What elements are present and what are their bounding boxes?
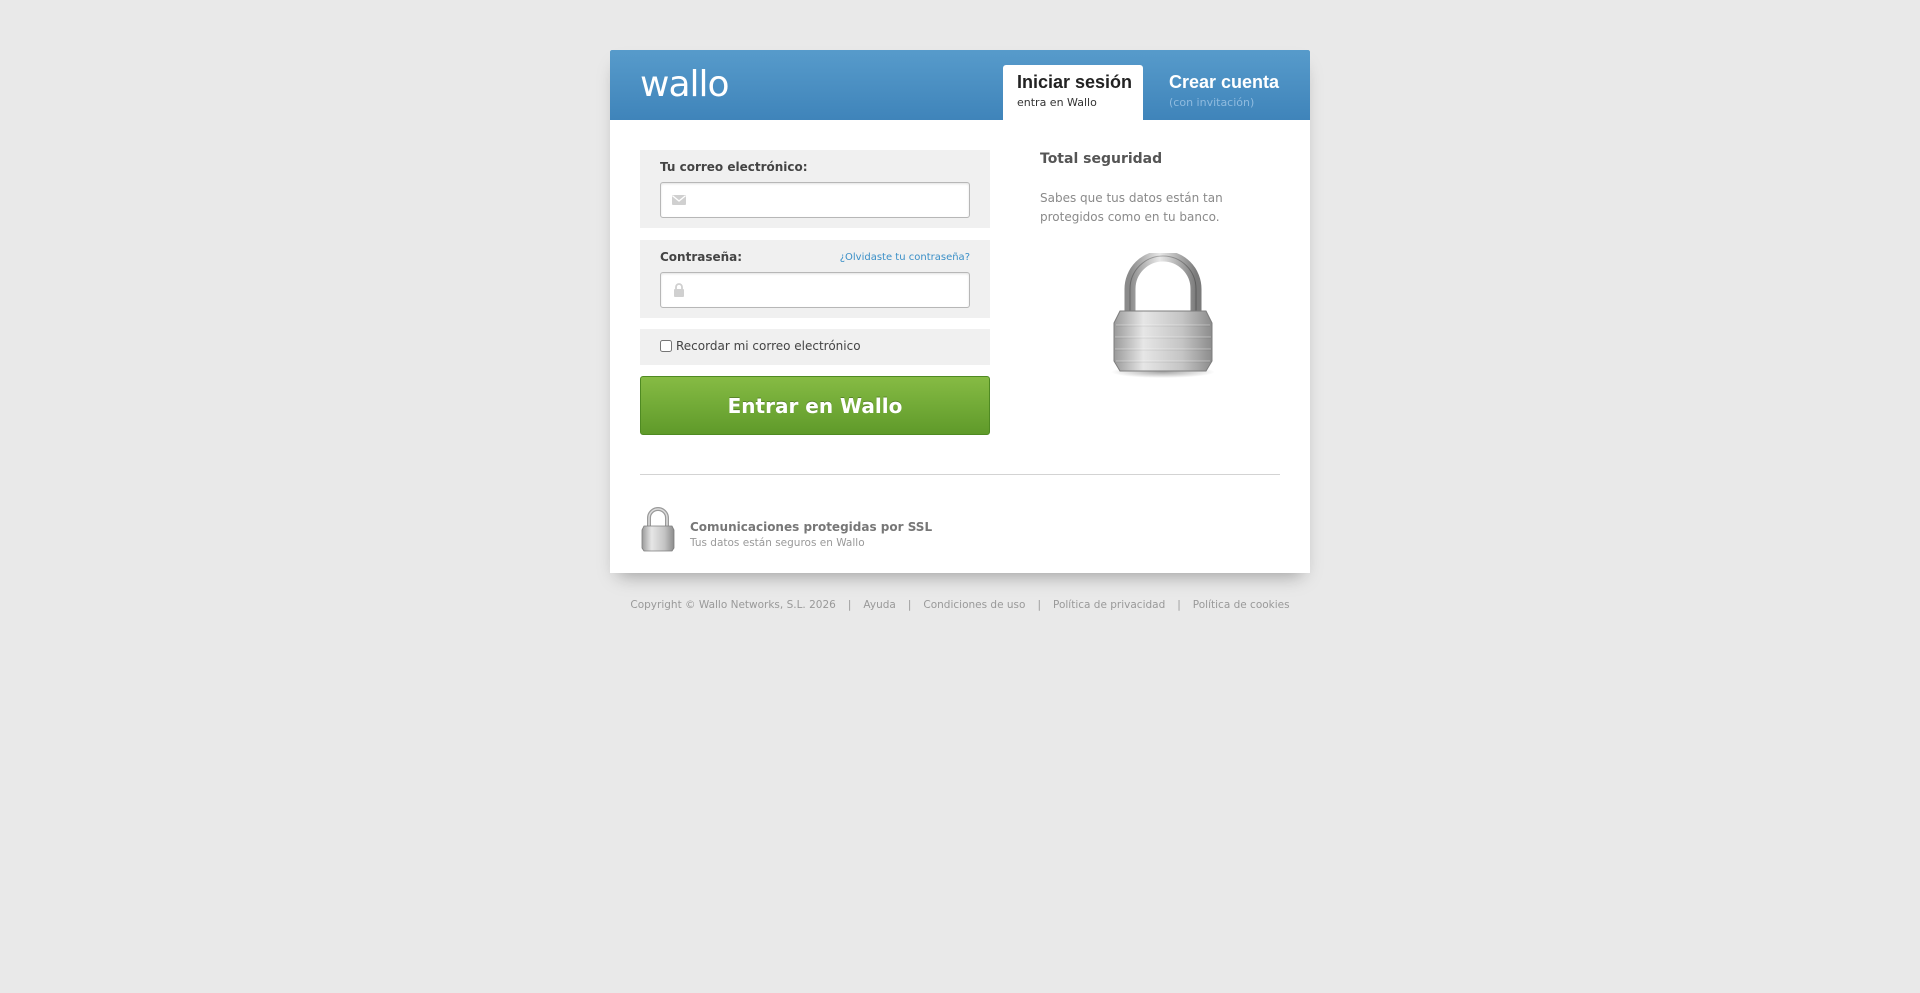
password-label: Contraseña: <box>660 250 743 264</box>
remember-checkbox[interactable] <box>660 340 672 352</box>
header-bar: wallo Iniciar sesión entra en Wallo Crea… <box>610 50 1310 120</box>
login-button[interactable]: Entrar en Wallo <box>640 376 990 435</box>
lock-icon <box>674 283 684 297</box>
password-input[interactable] <box>691 273 967 309</box>
footer-link-cookies[interactable]: Política de cookies <box>1193 599 1290 611</box>
footer-link-help[interactable]: Ayuda <box>863 599 895 611</box>
footer-separator: | <box>907 599 912 611</box>
wallo-logo[interactable]: wallo <box>640 64 730 105</box>
security-title: Total seguridad <box>1040 151 1163 167</box>
login-card: wallo Iniciar sesión entra en Wallo Crea… <box>610 50 1310 573</box>
tab-create-account[interactable]: Crear cuenta (con invitación) <box>1155 65 1305 120</box>
remember-label: Recordar mi correo electrónico <box>676 339 861 353</box>
padlock-icon <box>641 507 675 552</box>
password-input-wrapper <box>660 272 970 309</box>
copyright-text: Copyright © Wallo Networks, S.L. 2026 <box>630 599 836 611</box>
password-field-group: Contraseña: ¿Olvidaste tu contraseña? <box>640 240 990 318</box>
remember-row[interactable]: Recordar mi correo electrónico <box>660 339 861 353</box>
tab-login[interactable]: Iniciar sesión entra en Wallo <box>1003 65 1143 120</box>
tab-login-title: Iniciar sesión <box>1017 72 1133 92</box>
email-input-wrapper <box>660 182 970 219</box>
ssl-subtitle: Tus datos están seguros en Wallo <box>690 537 865 549</box>
divider <box>640 474 1280 475</box>
padlock-icon <box>1111 253 1215 378</box>
security-text: Sabes que tus datos están tan protegidos… <box>1040 191 1223 224</box>
forgot-password-link[interactable]: ¿Olvidaste tu contraseña? <box>840 252 970 263</box>
footer-link-terms[interactable]: Condiciones de uso <box>923 599 1025 611</box>
email-input[interactable] <box>691 183 967 219</box>
tab-create-account-title: Crear cuenta <box>1169 72 1280 92</box>
email-label: Tu correo electrónico: <box>660 160 808 174</box>
footer-separator: | <box>1037 599 1041 611</box>
envelope-icon <box>672 195 686 205</box>
footer: Copyright © Wallo Networks, S.L. 2026 | Ay… <box>610 599 1310 611</box>
footer-separator: | <box>1177 599 1181 611</box>
ssl-title: Comunicaciones protegidas por SSL <box>690 520 933 534</box>
email-field-group: Tu correo electrónico: <box>640 150 990 228</box>
footer-separator: | <box>847 599 852 611</box>
footer-link-privacy[interactable]: Política de privacidad <box>1053 599 1165 611</box>
tab-create-account-subtitle: (con invitación) <box>1169 96 1255 109</box>
tab-login-subtitle: entra en Wallo <box>1017 96 1097 109</box>
remember-group: Recordar mi correo electrónico <box>640 329 990 365</box>
